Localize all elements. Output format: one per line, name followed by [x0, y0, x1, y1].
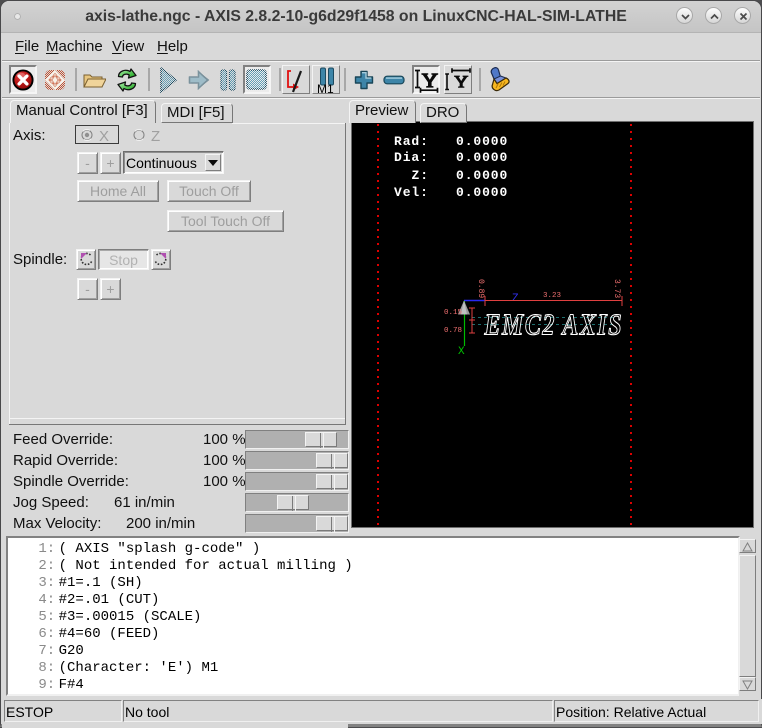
- svg-text:0.0000: 0.0000: [456, 185, 508, 200]
- svg-text:0.0000: 0.0000: [456, 134, 508, 149]
- svg-text:Rad:: Rad:: [394, 134, 429, 149]
- svg-text:0.89: 0.89: [476, 279, 485, 298]
- svg-text:0.0000: 0.0000: [456, 168, 508, 183]
- svg-text:0.15: 0.15: [444, 309, 463, 317]
- svg-text:0.0000: 0.0000: [456, 150, 508, 165]
- svg-text:Z:: Z:: [412, 168, 429, 183]
- svg-text:M1: M1: [317, 82, 334, 94]
- svg-text:Z: Z: [512, 293, 519, 305]
- svg-text:Dia:: Dia:: [394, 150, 429, 165]
- svg-text:Vel:: Vel:: [394, 185, 429, 200]
- svg-text:X: X: [458, 346, 465, 358]
- svg-text:EMC2 AXIS: EMC2 AXIS: [484, 307, 623, 342]
- svg-text:3.23: 3.23: [543, 292, 562, 300]
- svg-text:3.73: 3.73: [612, 279, 621, 298]
- svg-text:0.78: 0.78: [444, 327, 462, 335]
